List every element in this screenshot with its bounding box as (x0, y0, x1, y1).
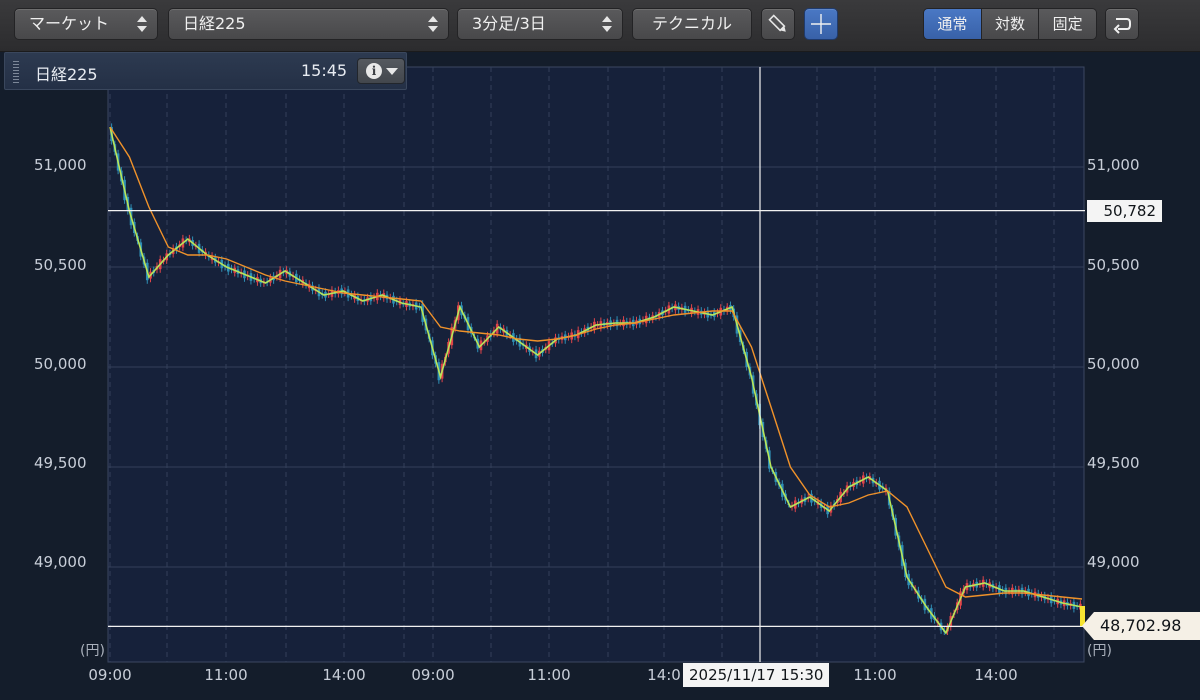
toolbar: マーケット 日経225 3分足/3日 テクニカル 通常 対数 固定 (0, 0, 1200, 52)
y-tick-left: 50,500 (34, 256, 87, 274)
updown-icon (137, 15, 147, 33)
x-tick: 14:00 (322, 666, 366, 684)
scale-mode-segment: 通常 対数 固定 (923, 8, 1097, 40)
unit-label-left: (円) (80, 643, 105, 659)
y-tick-left: 49,000 (34, 553, 87, 571)
x-tick: 09:00 (88, 666, 132, 684)
y-tick-left: 49,500 (34, 454, 87, 472)
plot-area (107, 66, 1085, 663)
y-tick-right: 51,000 (1087, 156, 1140, 174)
info-icon: i (366, 63, 382, 79)
symbol-select-label: 日経225 (183, 14, 246, 33)
reset-button[interactable] (1105, 8, 1139, 40)
return-arrow-icon (1113, 18, 1131, 34)
x-tick: 14:0 (647, 666, 681, 684)
y-tick-right: 49,000 (1087, 553, 1140, 571)
crosshair-time-label: 2025/11/17 15:30 (683, 663, 830, 687)
x-tick: 14:00 (974, 666, 1018, 684)
chart-info-header[interactable]: 日経225 15:45 i (4, 52, 407, 90)
period-select[interactable]: 3分足/3日 (457, 8, 623, 40)
crosshair-price-label: 50,782 (1087, 199, 1162, 222)
symbol-select[interactable]: 日経225 (168, 8, 449, 40)
y-tick-left: 50,000 (34, 355, 87, 373)
market-select[interactable]: マーケット (14, 8, 158, 40)
y-tick-right: 49,500 (1087, 454, 1140, 472)
pencil-icon (768, 14, 786, 32)
market-select-label: マーケット (29, 14, 110, 33)
updown-icon (602, 15, 612, 33)
y-tick-right: 50,500 (1087, 256, 1140, 274)
drag-grip-icon[interactable] (13, 61, 19, 83)
technical-button-label: テクニカル (651, 14, 732, 33)
updown-icon (428, 15, 438, 33)
chart-symbol-title: 日経225 (35, 65, 98, 84)
unit-label-right: (円) (1087, 643, 1112, 659)
draw-tool-button[interactable] (761, 8, 795, 40)
info-menu-button[interactable]: i (357, 58, 405, 84)
period-select-label: 3分足/3日 (472, 14, 546, 33)
x-tick: 09:00 (411, 666, 455, 684)
scale-mode-normal[interactable]: 通常 (924, 9, 981, 39)
x-tick: 11:00 (527, 666, 571, 684)
scale-mode-fixed[interactable]: 固定 (1038, 9, 1096, 39)
caret-down-icon (386, 68, 398, 75)
chart-area[interactable]: 51,000 50,500 50,000 49,500 49,000 51,00… (0, 52, 1200, 700)
crosshair-icon (811, 14, 831, 34)
scale-mode-log[interactable]: 対数 (980, 9, 1039, 39)
x-tick: 11:00 (853, 666, 897, 684)
chart-time: 15:45 (301, 61, 348, 80)
technical-button[interactable]: テクニカル (632, 8, 752, 40)
crosshair-tool-button[interactable] (804, 8, 838, 40)
y-tick-right: 50,000 (1087, 355, 1140, 373)
y-tick-left: 51,000 (34, 156, 87, 174)
x-tick: 11:00 (204, 666, 248, 684)
last-price-label: 48,702.98 (1082, 612, 1200, 641)
price-chart[interactable] (0, 52, 1200, 700)
